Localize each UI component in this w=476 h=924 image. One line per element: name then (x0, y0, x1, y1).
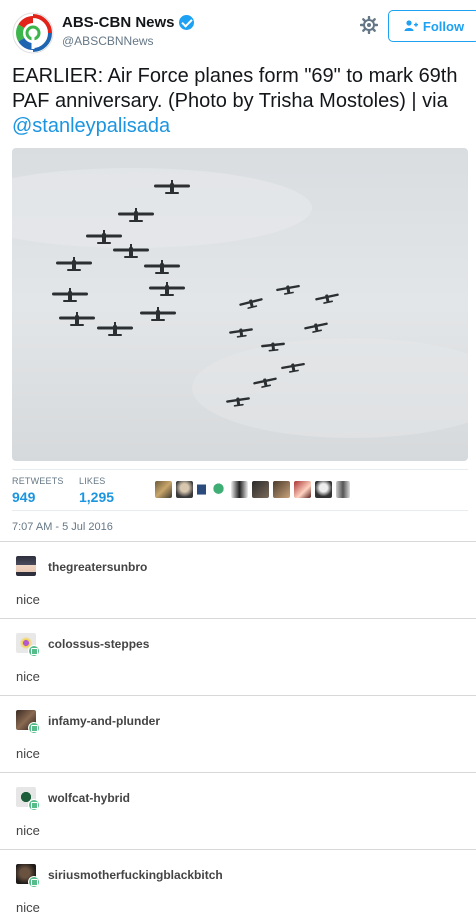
tweet-text: EARLIER: Air Force planes form "69" to m… (12, 64, 468, 139)
reply-text: nice (16, 823, 40, 838)
likes-count[interactable]: 1,295 (79, 489, 114, 505)
reblog-icon (28, 722, 40, 734)
avatar[interactable] (315, 481, 332, 498)
likes-label: LIKES (79, 476, 106, 486)
avatar[interactable] (294, 481, 311, 498)
reblog-icon (28, 876, 40, 888)
reply-text: nice (16, 592, 40, 607)
tweet-timestamp[interactable]: 7:07 AM - 5 Jul 2016 (12, 521, 113, 533)
account-name[interactable]: ABS-CBN News (62, 14, 194, 31)
follow-button[interactable]: Follow (388, 10, 476, 42)
tweet-photo[interactable] (12, 148, 468, 461)
likes-stat[interactable]: LIKES 1,295 (79, 476, 114, 505)
avatar[interactable] (231, 481, 248, 498)
reply-username[interactable]: colossus-steppes (48, 637, 149, 651)
mention-link[interactable]: @stanleypalisada (12, 115, 170, 137)
retweets-count[interactable]: 949 (12, 489, 64, 505)
tweet-header: ABS-CBN News @ABSCBNNews Follow (12, 10, 476, 54)
list-item: thegreatersunbro nice (0, 542, 476, 619)
avatar[interactable] (197, 481, 206, 498)
list-item: siriusmotherfuckingblackbitch nice (0, 850, 476, 924)
planes-formation-photo (12, 148, 468, 461)
reply-text: nice (16, 900, 40, 915)
follow-label: Follow (422, 18, 465, 34)
avatar[interactable] (16, 556, 36, 576)
avatar[interactable] (336, 481, 350, 498)
avatar[interactable] (273, 481, 290, 498)
retweets-stat[interactable]: RETWEETS 949 (12, 476, 64, 505)
avatar[interactable] (252, 481, 269, 498)
reply-text: nice (16, 669, 40, 684)
reply-username[interactable]: wolfcat-hybrid (48, 791, 130, 805)
verified-badge-icon (178, 15, 194, 30)
avatar[interactable] (155, 481, 172, 498)
liker-avatars (155, 481, 350, 498)
reply-username[interactable]: siriusmotherfuckingblackbitch (48, 868, 223, 882)
list-item: wolfcat-hybrid nice (0, 773, 476, 850)
list-item: infamy-and-plunder nice (0, 696, 476, 773)
reblog-icon (28, 799, 40, 811)
add-user-icon (404, 20, 418, 31)
tweet-text-body: EARLIER: Air Force planes form "69" to m… (12, 65, 458, 112)
account-name-text[interactable]: ABS-CBN News (62, 14, 175, 31)
abs-cbn-logo-icon[interactable] (12, 12, 54, 54)
reply-text: nice (16, 746, 40, 761)
reblog-icon (28, 645, 40, 657)
tweet-stats: RETWEETS 949 LIKES 1,295 (12, 469, 468, 511)
list-item: colossus-steppes nice (0, 619, 476, 696)
gear-icon[interactable] (359, 15, 379, 36)
reply-username[interactable]: infamy-and-plunder (48, 714, 160, 728)
account-handle[interactable]: @ABSCBNNews (62, 34, 154, 48)
reply-username[interactable]: thegreatersunbro (48, 560, 147, 574)
avatar[interactable] (210, 481, 227, 498)
avatar[interactable] (176, 481, 193, 498)
retweets-label: RETWEETS (12, 476, 64, 486)
